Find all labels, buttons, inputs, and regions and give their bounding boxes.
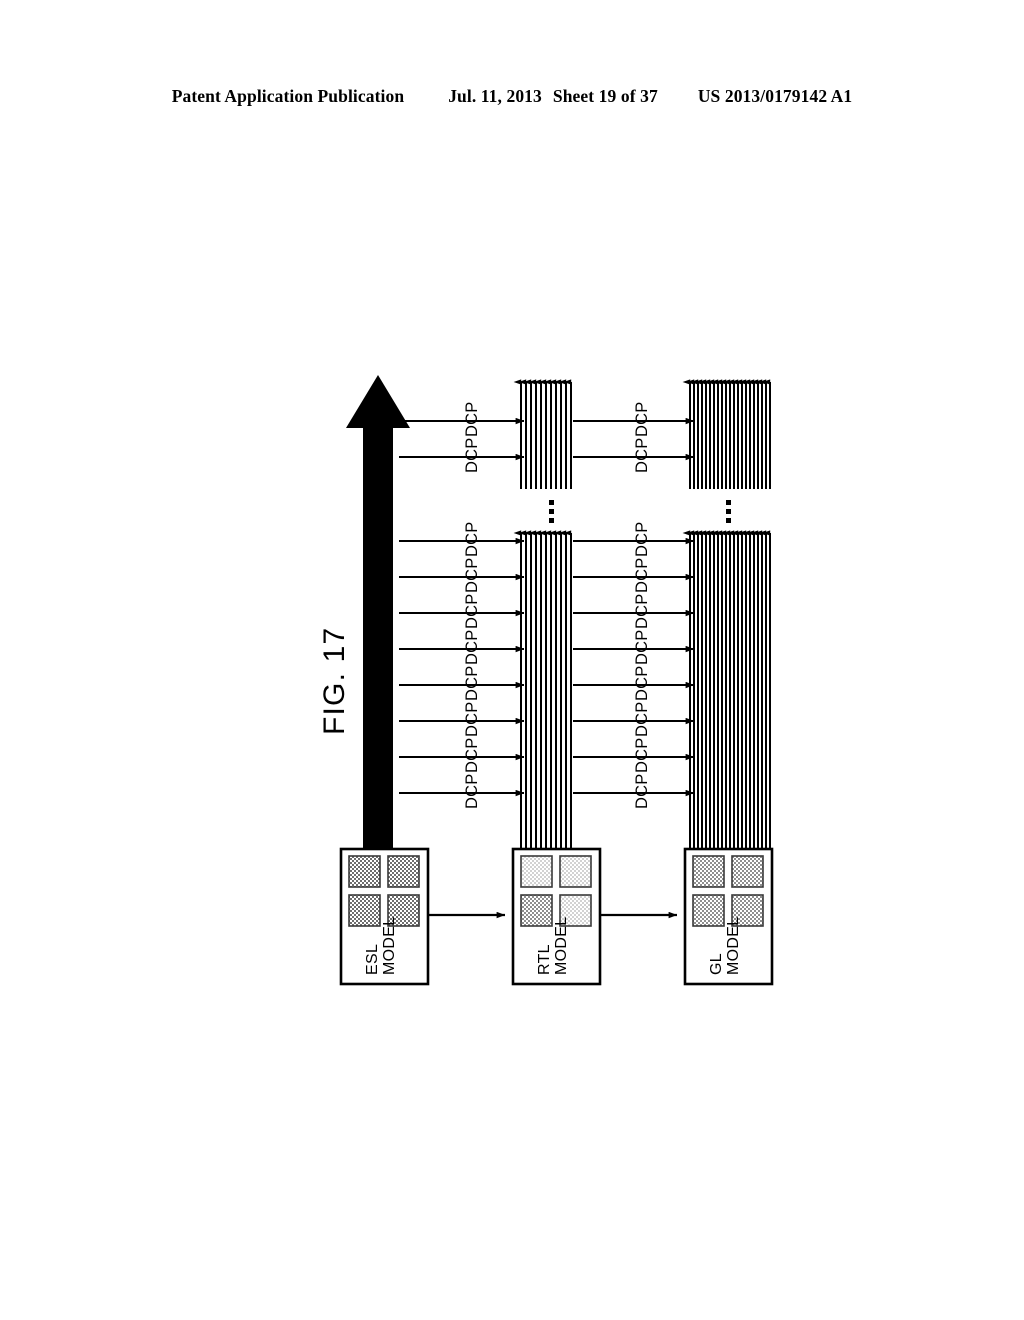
vertical-ellipsis-gl-icon bbox=[726, 500, 731, 523]
dcp-label-gl-bottom-7: DCP bbox=[633, 737, 651, 773]
dcp-label-rtl-bottom-3: DCP bbox=[463, 593, 481, 629]
figure-drawing bbox=[339, 375, 774, 986]
model-label-rtl-line2: MODEL bbox=[553, 916, 570, 975]
dcp-label-gl-bottom-5: DCP bbox=[633, 665, 651, 701]
dcp-label-rtl-top-2: DCP bbox=[463, 437, 481, 473]
model-label-esl-line1: ESL bbox=[364, 943, 381, 975]
dcp-label-gl-bottom-2: DCP bbox=[633, 557, 651, 593]
dcp-label-rtl-top-1: DCP bbox=[463, 401, 481, 437]
dcp-label-gl-bottom-6: DCP bbox=[633, 701, 651, 737]
model-label-gl: GL MODEL bbox=[708, 917, 742, 975]
dcp-label-rtl-bottom-8: DCP bbox=[463, 773, 481, 809]
dcp-label-gl-bottom-1: DCP bbox=[633, 521, 651, 557]
dcp-label-gl-bottom-3: DCP bbox=[633, 593, 651, 629]
figure-17: FIG. 17 DCP DCP DCP DCP DCP DCP DCP DCP … bbox=[0, 0, 1024, 1320]
model-label-esl: ESL MODEL bbox=[364, 917, 398, 975]
model-label-gl-line1: GL bbox=[708, 953, 725, 975]
model-label-gl-line2: MODEL bbox=[725, 916, 742, 975]
dcp-label-gl-top-2: DCP bbox=[633, 437, 651, 473]
dcp-label-rtl-bottom-7: DCP bbox=[463, 737, 481, 773]
vertical-bundle-rtl-bottom bbox=[513, 530, 572, 854]
dcp-label-rtl-bottom-4: DCP bbox=[463, 629, 481, 665]
dcp-label-gl-bottom-8: DCP bbox=[633, 773, 651, 809]
dcp-label-gl-bottom-4: DCP bbox=[633, 629, 651, 665]
vertical-bundle-gl-bottom bbox=[682, 530, 771, 854]
figure-title: FIG. 17 bbox=[318, 626, 351, 735]
dcp-label-rtl-bottom-6: DCP bbox=[463, 701, 481, 737]
model-label-rtl: RTL MODEL bbox=[536, 917, 570, 975]
vertical-bundle-rtl-top bbox=[513, 379, 572, 489]
model-label-esl-line2: MODEL bbox=[381, 916, 398, 975]
vertical-ellipsis-rtl-icon bbox=[549, 500, 554, 523]
vertical-bundle-gl-top bbox=[682, 379, 771, 489]
dcp-label-rtl-bottom-1: DCP bbox=[463, 521, 481, 557]
dcp-label-gl-top-1: DCP bbox=[633, 401, 651, 437]
dcp-label-rtl-bottom-5: DCP bbox=[463, 665, 481, 701]
model-label-rtl-line1: RTL bbox=[536, 944, 553, 975]
dcp-label-rtl-bottom-2: DCP bbox=[463, 557, 481, 593]
